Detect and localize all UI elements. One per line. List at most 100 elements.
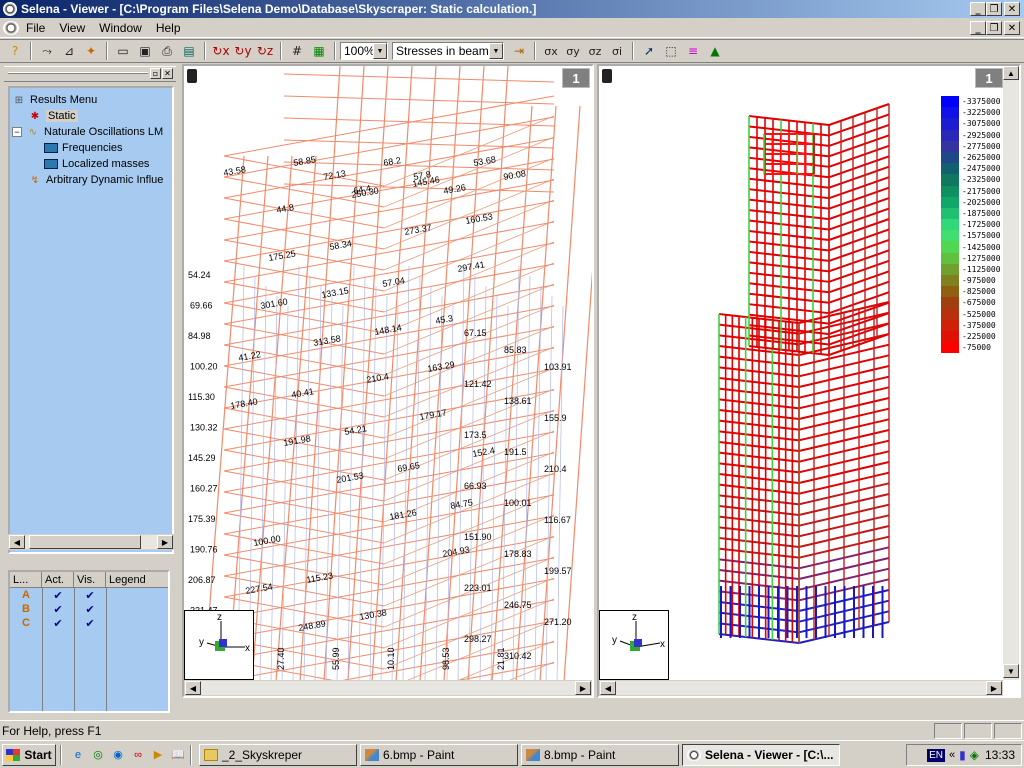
scroll-left-icon[interactable]: ◀ bbox=[185, 681, 201, 695]
grid-color-icon[interactable]: ▦ bbox=[308, 41, 330, 61]
active-checkbox[interactable]: ✔ bbox=[42, 602, 74, 616]
color-scale-icon[interactable]: ▲ bbox=[704, 41, 726, 61]
tree-horizontal-scrollbar[interactable]: ◀ ▶ bbox=[8, 534, 174, 550]
legend-value: -1725000 bbox=[962, 220, 1001, 230]
sigma-y-icon[interactable]: σy bbox=[562, 41, 584, 61]
scroll-up-icon[interactable]: ▲ bbox=[1003, 66, 1019, 80]
legend-entry: -225000 bbox=[941, 330, 1011, 343]
app-icon[interactable] bbox=[3, 2, 17, 16]
rotate-y-icon[interactable]: ↻y bbox=[232, 41, 254, 61]
start-button[interactable]: Start bbox=[2, 743, 56, 766]
visible-checkbox[interactable]: ✔ bbox=[74, 616, 106, 630]
dictionary-icon[interactable]: 📖 bbox=[170, 747, 186, 763]
tray-app-icon[interactable]: ▮ bbox=[959, 748, 966, 762]
layers-header-name[interactable]: L... bbox=[10, 572, 42, 587]
task-8-bmp-paint[interactable]: 8.bmp - Paint bbox=[521, 743, 679, 766]
language-indicator[interactable]: EN bbox=[927, 748, 945, 762]
panel-close-button[interactable]: ✕ bbox=[162, 68, 173, 79]
wand-icon[interactable]: ✦ bbox=[80, 41, 102, 61]
stress-label: 191.5 bbox=[504, 447, 527, 457]
grid-icon[interactable]: # bbox=[286, 41, 308, 61]
document-icon[interactable] bbox=[3, 20, 19, 35]
scroll-right-icon[interactable]: ▶ bbox=[157, 535, 173, 549]
sigma-x-icon[interactable]: σx bbox=[540, 41, 562, 61]
tree-item-frequencies[interactable]: Frequencies bbox=[44, 142, 123, 154]
layers-header-visible[interactable]: Vis. bbox=[74, 572, 106, 587]
legend-value: -2175000 bbox=[962, 186, 1001, 196]
close-button[interactable]: ✕ bbox=[1004, 2, 1020, 16]
scroll-left-icon[interactable]: ◀ bbox=[9, 535, 25, 549]
tree-item-oscillations[interactable]: − ∿ Naturale Oscillations LM bbox=[12, 126, 163, 138]
minimize-button[interactable]: _ bbox=[970, 2, 986, 16]
folder-icon bbox=[204, 748, 218, 761]
print-icon[interactable]: ⎙ bbox=[156, 41, 178, 61]
scroll-left-icon[interactable]: ◀ bbox=[600, 681, 616, 695]
legend-value: -975000 bbox=[962, 276, 996, 286]
stress-view-right[interactable]: 1 -3375000 -3225000 -3075000 -2925000 -27750… bbox=[597, 64, 1021, 698]
doc-restore-button[interactable]: ❐ bbox=[986, 21, 1002, 35]
sigma-z-icon[interactable]: σz bbox=[584, 41, 606, 61]
scroll-right-icon[interactable]: ▶ bbox=[986, 681, 1002, 695]
zoom-select[interactable]: 100% ▼ bbox=[340, 42, 388, 60]
menu-file[interactable]: File bbox=[19, 21, 52, 35]
right-view-vscroll[interactable]: ▲ ▼ bbox=[1003, 66, 1019, 680]
legend-swatch bbox=[941, 252, 959, 264]
window2-icon[interactable]: ▣ bbox=[134, 41, 156, 61]
rotate-x-icon[interactable]: ↻x bbox=[210, 41, 232, 61]
sigma-i-icon[interactable]: σi bbox=[606, 41, 628, 61]
result-type-select[interactable]: Stresses in beams ▼ bbox=[392, 42, 504, 60]
left-view-hscroll[interactable]: ◀ ▶ bbox=[184, 680, 592, 696]
rect-select-icon[interactable]: ⬚ bbox=[660, 41, 682, 61]
explorer-icon[interactable]: ◉ bbox=[110, 747, 126, 763]
table-row[interactable]: C ✔ ✔ bbox=[10, 616, 168, 630]
tree-item-localized-masses[interactable]: Localized masses bbox=[44, 158, 149, 170]
menu-help[interactable]: Help bbox=[149, 21, 188, 35]
collapse-icon[interactable]: − bbox=[12, 127, 22, 137]
stress-view-left[interactable]: 54.24 69.66 84.98 100.20 115.30 130.32 145.29 1… bbox=[182, 64, 594, 698]
visible-checkbox[interactable]: ✔ bbox=[74, 588, 106, 602]
stress-label: 115.30 bbox=[188, 392, 215, 402]
rotate-z-icon[interactable]: ↻z bbox=[254, 41, 276, 61]
chevron-down-icon[interactable]: ▼ bbox=[489, 43, 503, 59]
measure-icon[interactable]: ⊿ bbox=[58, 41, 80, 61]
window1-icon[interactable]: ▭ bbox=[112, 41, 134, 61]
scroll-right-icon[interactable]: ▶ bbox=[575, 681, 591, 695]
layers-header-legend[interactable]: Legend bbox=[106, 572, 168, 587]
ie-icon[interactable]: e bbox=[70, 747, 86, 763]
monitor-icon[interactable]: ▤ bbox=[178, 41, 200, 61]
scroll-down-icon[interactable]: ▼ bbox=[1003, 664, 1019, 678]
tray-network-icon[interactable]: ◈ bbox=[970, 748, 979, 762]
table-row[interactable]: B ✔ ✔ bbox=[10, 602, 168, 616]
active-checkbox[interactable]: ✔ bbox=[42, 588, 74, 602]
table-row[interactable]: A ✔ ✔ bbox=[10, 588, 168, 602]
exit-icon[interactable]: ⇥ bbox=[508, 41, 530, 61]
outlook-icon[interactable]: ◎ bbox=[90, 747, 106, 763]
chevron-down-icon[interactable]: ▼ bbox=[373, 43, 387, 59]
doc-minimize-button[interactable]: _ bbox=[970, 21, 986, 35]
help-icon[interactable]: ? bbox=[4, 41, 26, 61]
media-player-icon[interactable]: ▶ bbox=[150, 747, 166, 763]
task-skyskreper[interactable]: _2_Skyskreper bbox=[199, 743, 357, 766]
active-checkbox[interactable]: ✔ bbox=[42, 616, 74, 630]
messenger-icon[interactable]: ∞ bbox=[130, 747, 146, 763]
task-6-bmp-paint[interactable]: 6.bmp - Paint bbox=[360, 743, 518, 766]
task-selena-viewer[interactable]: Selena - Viewer - [C:\... bbox=[682, 743, 840, 766]
palette-icon[interactable]: ≡ bbox=[682, 41, 704, 61]
menu-view[interactable]: View bbox=[52, 21, 92, 35]
stress-label: 130.32 bbox=[190, 423, 218, 433]
pointer-icon[interactable]: ⤳ bbox=[36, 41, 58, 61]
tree-item-dynamic[interactable]: ↯ Arbitrary Dynamic Influe bbox=[28, 174, 164, 186]
visible-checkbox[interactable]: ✔ bbox=[74, 602, 106, 616]
doc-close-button[interactable]: ✕ bbox=[1004, 21, 1020, 35]
maximize-button[interactable]: ❐ bbox=[986, 2, 1002, 16]
layers-header-active[interactable]: Act. bbox=[42, 572, 74, 587]
axes-indicator: z x y bbox=[599, 610, 669, 680]
panel-restore-button[interactable]: ▫ bbox=[150, 68, 161, 79]
tree-item-static[interactable]: ✱ Static bbox=[28, 110, 78, 122]
select-icon[interactable]: ➚ bbox=[638, 41, 660, 61]
menu-window[interactable]: Window bbox=[92, 21, 149, 35]
right-view-hscroll[interactable]: ◀ ▶ bbox=[599, 680, 1003, 696]
tree-item-results-menu[interactable]: ⊞ Results Menu bbox=[12, 94, 97, 106]
scroll-thumb[interactable] bbox=[29, 535, 141, 549]
tray-expand-icon[interactable]: « bbox=[949, 749, 955, 761]
